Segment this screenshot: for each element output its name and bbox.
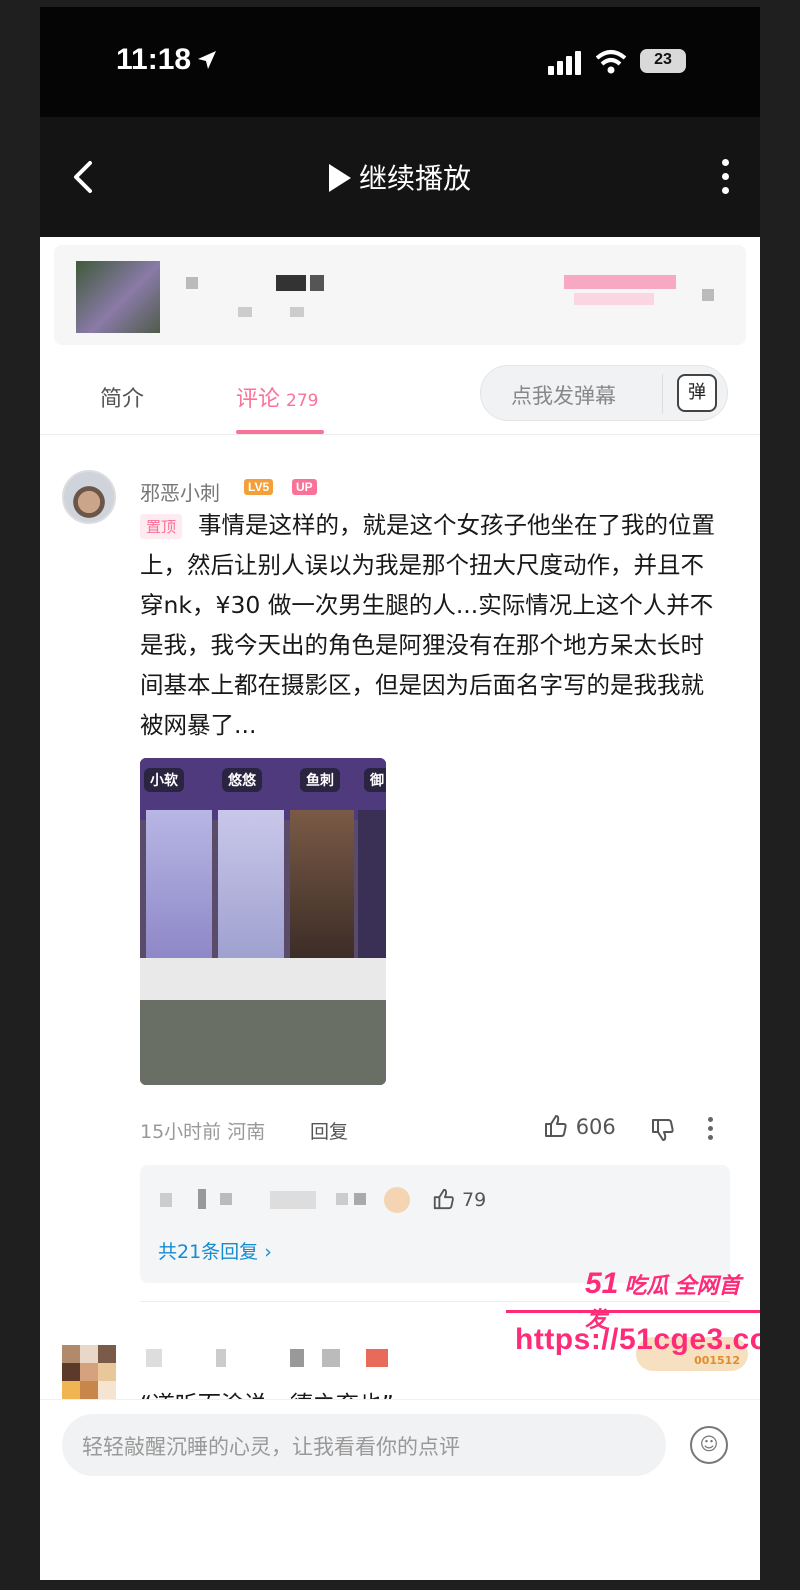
image-label: 鱼刺 bbox=[300, 768, 340, 792]
comment-meta: 15小时前 河南 bbox=[140, 1117, 265, 1144]
active-tab-indicator bbox=[236, 430, 324, 434]
thumbs-down-icon[interactable] bbox=[650, 1117, 676, 1143]
comment-image[interactable]: 小软 悠悠 鱼刺 御 bbox=[140, 758, 386, 1085]
status-bar: 11:18 23 bbox=[40, 7, 760, 117]
video-top-nav: 继续播放 bbox=[40, 117, 760, 237]
comment-location: 河南 bbox=[227, 1121, 266, 1143]
image-label: 御 bbox=[364, 768, 386, 792]
blurred-thumbnail bbox=[76, 261, 160, 333]
tab-comments[interactable]: 评论 279 bbox=[236, 381, 318, 413]
sub-reply-like[interactable]: 79 bbox=[432, 1187, 486, 1211]
play-icon bbox=[328, 164, 351, 192]
chevron-right-icon: › bbox=[264, 1241, 272, 1263]
comment-more-icon[interactable] bbox=[708, 1117, 714, 1144]
location-arrow-icon bbox=[198, 51, 216, 69]
comment-input-placeholder: 轻轻敲醒沉睡的心灵，让我看看你的点评 bbox=[82, 1435, 460, 1459]
emoji-icon[interactable]: ☺ bbox=[690, 1426, 728, 1464]
signal-icon bbox=[548, 51, 581, 75]
phone-screen: 11:18 23 继续播放 简介 评论 279 点我发弹幕 弹 邪恶小刺 LV5… bbox=[40, 7, 760, 1580]
thumbs-up-icon bbox=[545, 1115, 567, 1137]
danmaku-toggle-icon[interactable]: 弹 bbox=[677, 374, 717, 412]
comment-time: 15小时前 bbox=[140, 1121, 222, 1143]
tab-comments-label: 评论 bbox=[236, 387, 281, 412]
sub-replies-box[interactable]: 79 共21条回复 › bbox=[140, 1165, 730, 1283]
comment-input-bar: 轻轻敲醒沉睡的心灵，让我看看你的点评 ☺ bbox=[40, 1399, 760, 1489]
comment-count: 279 bbox=[286, 391, 319, 411]
danmaku-input[interactable]: 点我发弹幕 弹 bbox=[480, 365, 728, 421]
thumbs-up-icon bbox=[433, 1188, 454, 1210]
up-badge: UP bbox=[292, 479, 317, 495]
commenter-username[interactable]: 邪恶小刺 bbox=[140, 477, 220, 506]
danmaku-placeholder: 点我发弹幕 bbox=[511, 384, 616, 408]
watermark-url: https://51cge3.com bbox=[515, 1323, 760, 1356]
image-label: 悠悠 bbox=[222, 768, 262, 792]
battery-level: 23 bbox=[654, 51, 672, 68]
watermark-line bbox=[506, 1310, 760, 1313]
blurred-uploader-card[interactable] bbox=[54, 245, 746, 345]
sub-reply-like-count: 79 bbox=[462, 1189, 487, 1211]
next-commenter-avatar[interactable] bbox=[62, 1345, 116, 1399]
tab-intro[interactable]: 简介 bbox=[100, 381, 144, 413]
reply-button[interactable]: 回复 bbox=[310, 1117, 348, 1144]
wifi-icon bbox=[595, 50, 627, 74]
level-badge: LV5 bbox=[244, 479, 274, 495]
commenter-avatar[interactable] bbox=[62, 470, 116, 524]
like-count: 606 bbox=[575, 1115, 616, 1139]
comment-text: 事情是这样的，就是这个女孩子他坐在了我的位置上，然后让别人误以为我是那个扭大尺度… bbox=[140, 511, 715, 739]
status-time: 11:18 bbox=[116, 43, 192, 76]
ok-hand-emoji-icon bbox=[384, 1187, 410, 1213]
like-button[interactable]: 606 bbox=[543, 1113, 616, 1139]
resume-play-button[interactable]: 继续播放 bbox=[40, 157, 760, 197]
more-options-icon[interactable] bbox=[720, 159, 730, 199]
battery-icon: 23 bbox=[640, 49, 686, 73]
comment-input[interactable]: 轻轻敲醒沉睡的心灵，让我看看你的点评 bbox=[62, 1414, 666, 1476]
resume-play-label: 继续播放 bbox=[358, 162, 471, 195]
image-label: 小软 bbox=[144, 768, 184, 792]
view-all-replies-link[interactable]: 共21条回复 › bbox=[158, 1237, 272, 1264]
